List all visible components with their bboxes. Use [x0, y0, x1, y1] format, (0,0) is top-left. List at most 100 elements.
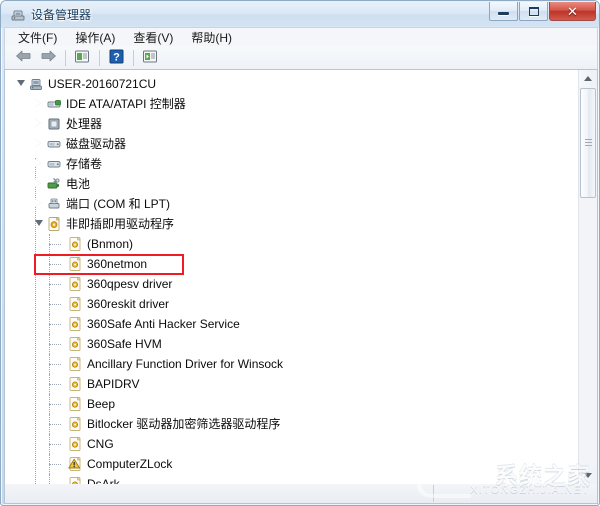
- tree-guide-line: [49, 444, 61, 445]
- tree-node-processors[interactable]: 处理器: [5, 114, 579, 134]
- maximize-button[interactable]: [519, 2, 548, 21]
- tree-leaf-driver-label: BAPIDRV: [87, 377, 140, 391]
- tree-leaf-driver[interactable]: DsArk: [5, 474, 579, 484]
- tree-leaf-driver[interactable]: 360netmon: [5, 254, 579, 274]
- expander-closed-icon[interactable]: [33, 199, 44, 210]
- help-button[interactable]: ?: [104, 47, 128, 69]
- expander-closed-icon[interactable]: [33, 139, 44, 150]
- help-question-icon: ?: [109, 49, 124, 67]
- tree-guide-line: [49, 424, 61, 425]
- tree-leaf-driver[interactable]: 360qpesv driver: [5, 274, 579, 294]
- close-button[interactable]: ✕: [549, 2, 596, 21]
- scroll-up-button[interactable]: [579, 70, 597, 87]
- tree-leaf-driver-label: 360qpesv driver: [87, 277, 173, 291]
- tree-node-ports[interactable]: 端口 (COM 和 LPT): [5, 194, 579, 214]
- tree-leaf-driver[interactable]: (Bnmon): [5, 234, 579, 254]
- tree-leaf-driver-label: 360netmon: [87, 257, 148, 271]
- scroll-up-icon: [584, 76, 592, 81]
- tree-node-batteries[interactable]: 电池: [5, 174, 579, 194]
- status-bar: [4, 484, 598, 504]
- scan-hardware-icon: [142, 49, 158, 67]
- tree-leaf-driver-label: ComputerZLock: [87, 457, 173, 471]
- tree-leaf-driver[interactable]: CNG: [5, 434, 579, 454]
- minimize-button[interactable]: [489, 2, 518, 21]
- expander-closed-icon[interactable]: [33, 179, 44, 190]
- tree-node-disk-drives[interactable]: 磁盘驱动器: [5, 134, 579, 154]
- forward-button[interactable]: [36, 47, 60, 69]
- tree-node-root[interactable]: USER-20160721CU: [5, 74, 579, 94]
- tree-leaf-driver[interactable]: BAPIDRV: [5, 374, 579, 394]
- scroll-grip-icon: [585, 139, 592, 147]
- toolbar-separator-1: [65, 49, 66, 66]
- expander-open-icon[interactable]: [33, 219, 44, 230]
- scroll-down-icon: [584, 473, 592, 478]
- tree-leaf-driver[interactable]: Ancillary Function Driver for Winsock: [5, 354, 579, 374]
- non-pnp-driver-icon: [46, 216, 62, 232]
- driver-icon: [67, 436, 83, 452]
- scroll-thumb[interactable]: [580, 88, 596, 198]
- menu-action[interactable]: 操作(A): [66, 27, 124, 48]
- tree-guide-line: [49, 364, 61, 365]
- tree-guide-line: [49, 384, 61, 385]
- tree-node-ports-label: 端口 (COM 和 LPT): [66, 197, 170, 211]
- tree-leaf-driver[interactable]: 360reskit driver: [5, 294, 579, 314]
- status-bar-divider: [433, 485, 434, 502]
- expander-closed-icon[interactable]: [33, 99, 44, 110]
- tree-node-disk-drives-label: 磁盘驱动器: [66, 137, 127, 151]
- expander-closed-icon[interactable]: [33, 119, 44, 130]
- driver-icon: [67, 276, 83, 292]
- disk-drive-icon: [46, 136, 62, 152]
- title-bar[interactable]: 设备管理器 ✕: [1, 1, 599, 28]
- tree-guide-line: [49, 324, 61, 325]
- forward-arrow-icon: [40, 49, 57, 66]
- toolbar-separator-3: [133, 49, 134, 66]
- menu-help[interactable]: 帮助(H): [182, 27, 241, 48]
- tree-leaf-driver[interactable]: Beep: [5, 394, 579, 414]
- tree-leaf-driver-label: CNG: [87, 437, 114, 451]
- driver-icon: [67, 376, 83, 392]
- device-tree[interactable]: USER-20160721CU IDE ATA/ATAPI 控制器 处理器 磁盘…: [5, 70, 579, 484]
- tree-leaf-driver[interactable]: 360Safe HVM: [5, 334, 579, 354]
- close-icon: ✕: [567, 3, 578, 19]
- device-manager-window: 设备管理器 ✕ 文件(F) 操作(A) 查看(V) 帮助(H) ? USER-2…: [0, 0, 600, 506]
- tree-leaf-driver-label: Ancillary Function Driver for Winsock: [87, 357, 284, 371]
- expander-open-icon[interactable]: [15, 79, 26, 90]
- storage-volume-icon: [46, 156, 62, 172]
- processor-icon: [46, 116, 62, 132]
- device-manager-icon: [10, 7, 26, 23]
- menu-view[interactable]: 查看(V): [124, 27, 182, 48]
- tree-node-non-pnp-drivers[interactable]: 非即插即用驱动程序: [5, 214, 579, 234]
- tree-node-batteries-label: 电池: [66, 177, 91, 191]
- tree-leaf-driver[interactable]: 360Safe Anti Hacker Service: [5, 314, 579, 334]
- driver-list: (Bnmon) 360netmon 360qpesv driver 360reskit…: [5, 234, 579, 484]
- toolbar: ?: [4, 46, 598, 70]
- driver-warning-icon: [67, 456, 83, 472]
- scan-hardware-button[interactable]: [138, 47, 162, 69]
- tree-guide-line: [49, 284, 61, 285]
- tree-leaf-driver-label: (Bnmon): [87, 237, 134, 251]
- toolbar-separator-2: [99, 49, 100, 66]
- tree-guide-line: [49, 304, 61, 305]
- minimize-icon: [498, 12, 509, 15]
- scroll-down-button[interactable]: [579, 467, 597, 484]
- port-icon: [46, 196, 62, 212]
- driver-icon: [67, 256, 83, 272]
- tree-leaf-driver[interactable]: Bitlocker 驱动器加密筛选器驱动程序: [5, 414, 579, 434]
- tree-node-root-label: USER-20160721CU: [48, 77, 157, 91]
- driver-icon: [67, 476, 83, 484]
- tree-guide-line: [49, 464, 61, 465]
- expander-closed-icon[interactable]: [33, 159, 44, 170]
- tree-leaf-driver[interactable]: ComputerZLock: [5, 454, 579, 474]
- driver-icon: [67, 336, 83, 352]
- tree-guide-line: [49, 344, 61, 345]
- tree-node-ide-controllers[interactable]: IDE ATA/ATAPI 控制器: [5, 94, 579, 114]
- tree-leaf-driver-label: 360Safe HVM: [87, 337, 162, 351]
- tree-guide-line: [49, 474, 50, 484]
- menu-file[interactable]: 文件(F): [9, 27, 66, 48]
- vertical-scrollbar[interactable]: [578, 70, 597, 484]
- driver-icon: [67, 316, 83, 332]
- properties-button[interactable]: [70, 47, 94, 69]
- tree-guide-line: [49, 244, 61, 245]
- tree-node-storage-volumes[interactable]: 存储卷: [5, 154, 579, 174]
- back-button[interactable]: [11, 47, 35, 69]
